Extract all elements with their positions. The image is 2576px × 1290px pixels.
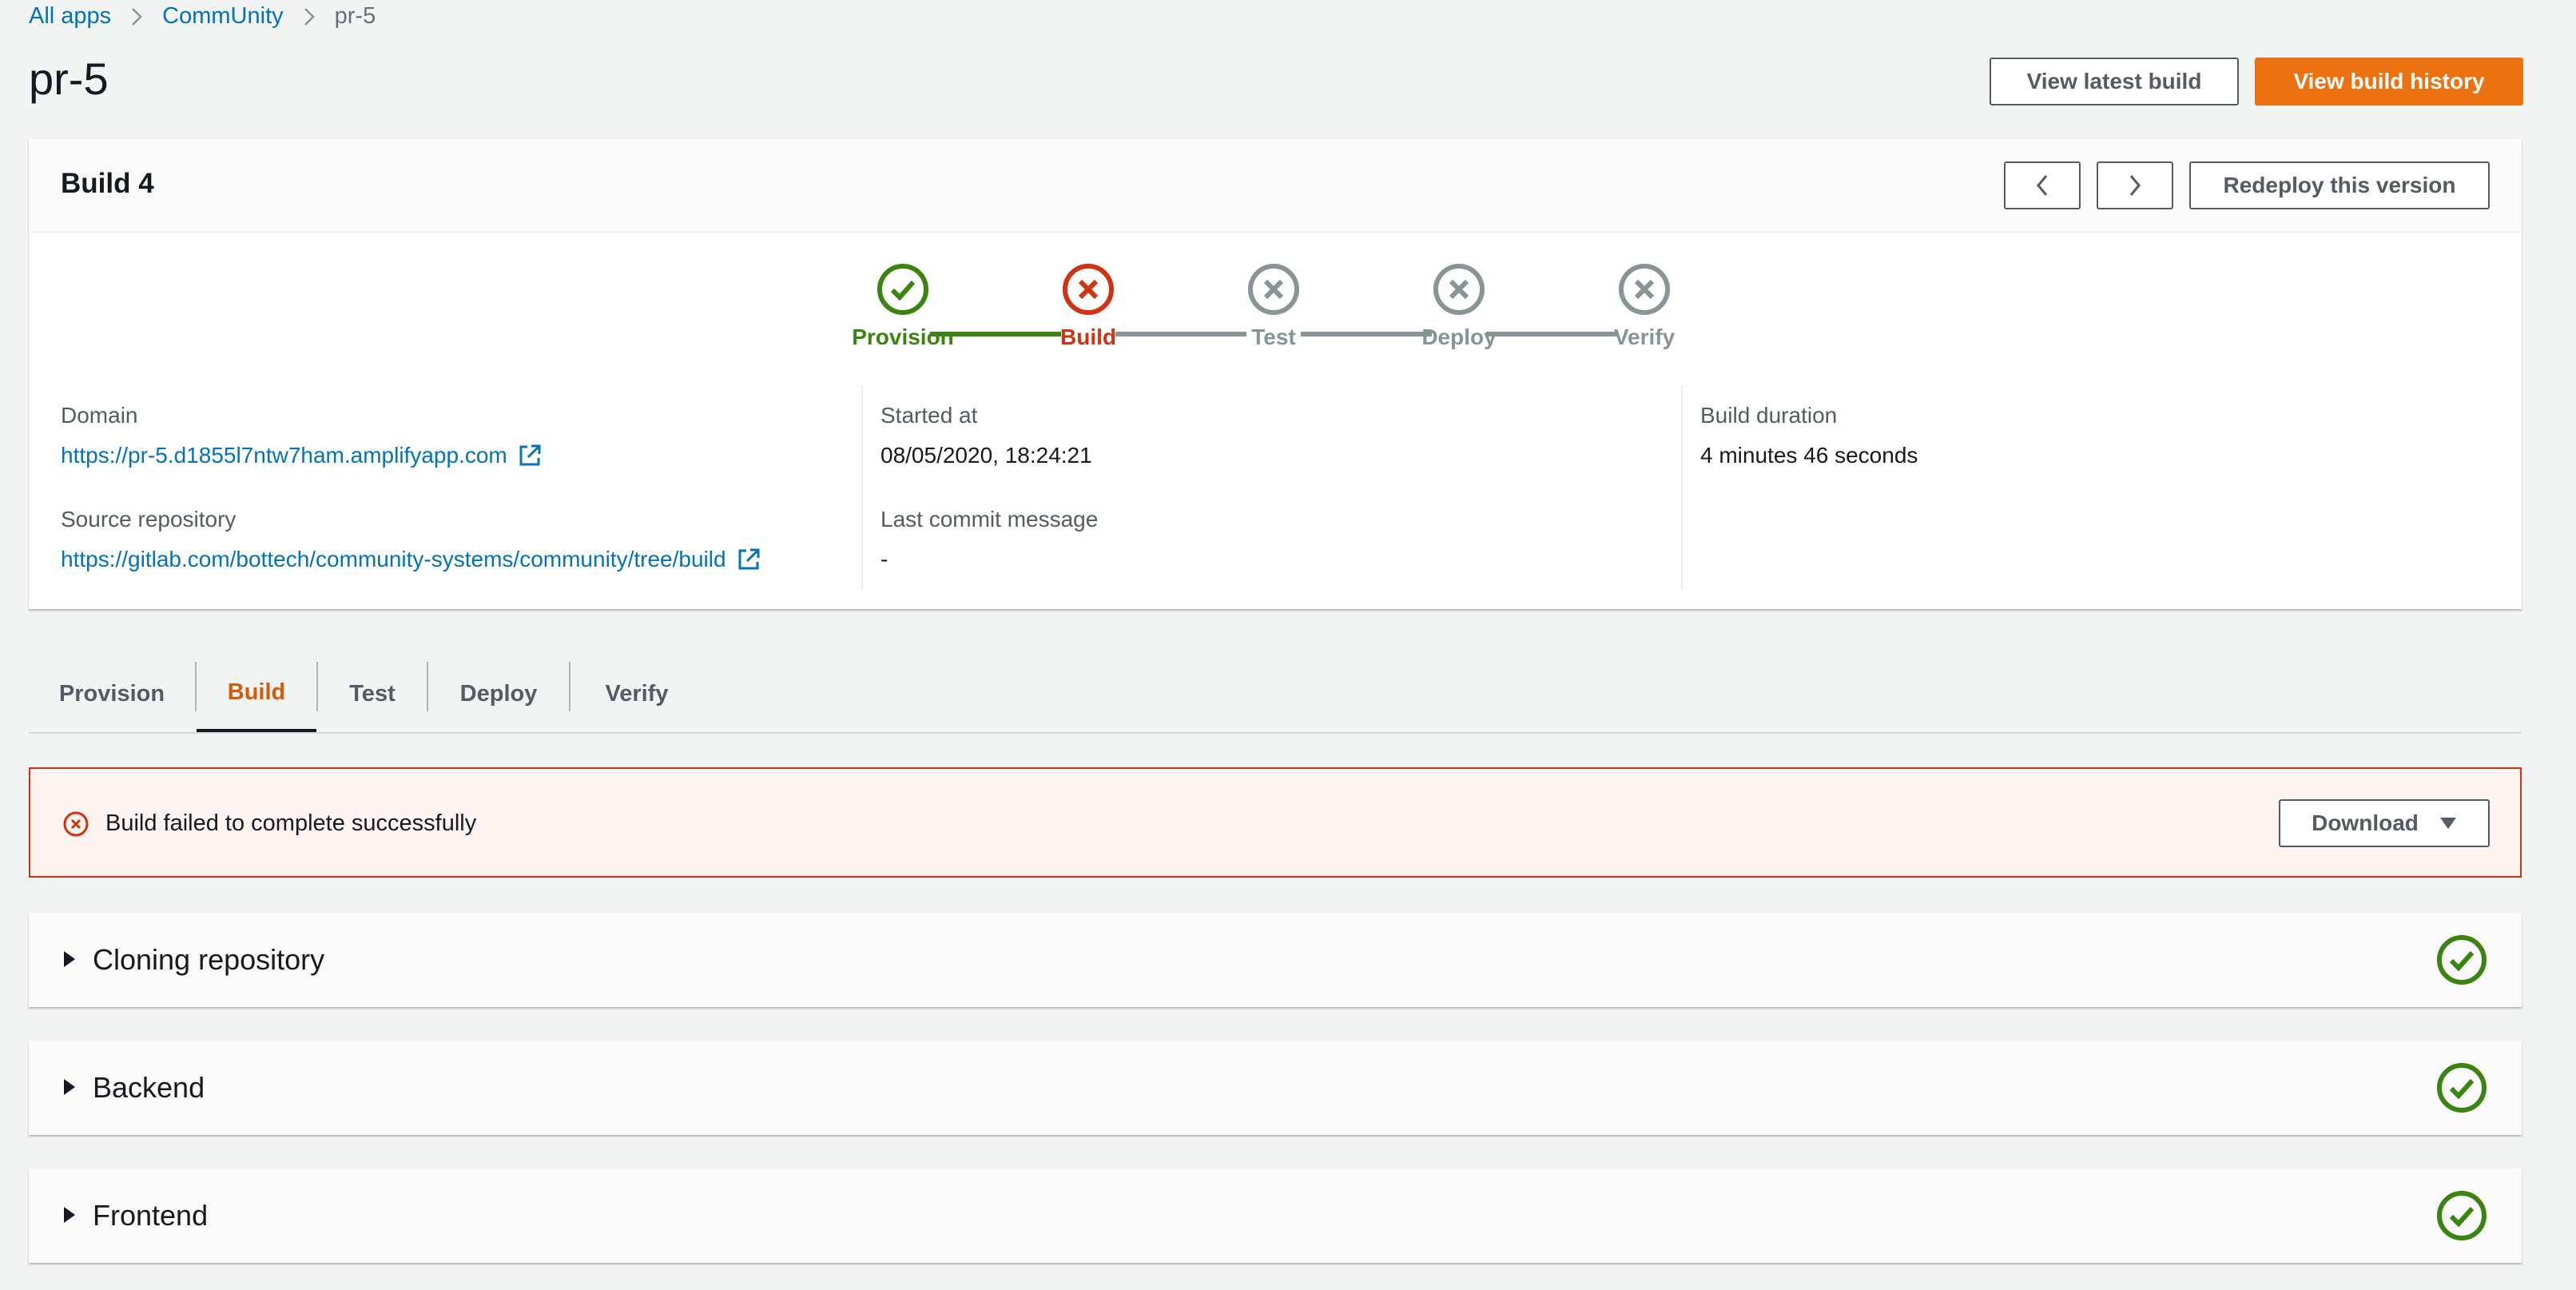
column-divider [1681, 385, 1683, 590]
section-backend[interactable]: Backend [29, 1041, 2522, 1135]
caret-right-icon[interactable] [62, 950, 77, 969]
column-divider [861, 385, 863, 590]
tab-build[interactable]: Build [197, 655, 316, 732]
started-at-label: Started at [881, 403, 978, 428]
pipeline-step-test: Test [1178, 262, 1369, 350]
card-header: Build 4 Redeploy this version [29, 139, 2522, 233]
build-duration-value: 4 minutes 46 seconds [1700, 443, 1918, 468]
section-title[interactable]: Cloning repository [93, 943, 324, 977]
view-latest-build-button[interactable]: View latest build [1990, 58, 2239, 106]
chevron-right-icon [130, 6, 143, 28]
pipeline-step-provision: Provision [807, 262, 999, 350]
error-circle-icon [63, 811, 89, 837]
breadcrumb: All apps CommUnity pr-5 [29, 3, 376, 30]
next-build-button[interactable] [2097, 161, 2173, 209]
domain-link[interactable]: https://pr-5.d1855l7ntw7ham.amplifyapp.c… [61, 443, 543, 468]
pipeline-step-label: Test [1251, 324, 1296, 349]
build-title: Build 4 [61, 168, 154, 199]
pipeline-step-label: Verify [1613, 324, 1676, 349]
skipped-circle-icon [1248, 264, 1299, 315]
page-title: pr-5 [29, 54, 109, 104]
check-circle-icon [2437, 1191, 2487, 1240]
redeploy-button[interactable]: Redeploy this version [2189, 161, 2490, 209]
pipeline-step-build: Build [992, 262, 1184, 350]
tab-provision[interactable]: Provision [29, 655, 195, 732]
error-circle-icon [1063, 264, 1114, 315]
check-circle-icon [2437, 1063, 2487, 1113]
external-link-icon [519, 444, 541, 466]
check-circle-icon [2437, 935, 2487, 985]
build-summary-card: Build 4 Redeploy this version Provision [29, 139, 2522, 609]
domain-label: Domain [61, 403, 138, 428]
external-link-icon [738, 548, 760, 570]
breadcrumb-community[interactable]: CommUnity [162, 3, 283, 30]
pipeline-step-label: Deploy [1421, 324, 1497, 349]
alert-message: Build failed to complete successfully [105, 810, 477, 836]
chevron-right-icon [2129, 175, 2141, 196]
section-cloning-repository[interactable]: Cloning repository [29, 913, 2522, 1007]
breadcrumb-all-apps[interactable]: All apps [29, 3, 111, 30]
tab-deploy[interactable]: Deploy [428, 655, 569, 732]
previous-build-button[interactable] [2004, 161, 2081, 209]
pipeline-step-label: Build [1060, 324, 1116, 349]
chevron-right-icon [303, 6, 316, 28]
chevron-left-icon [2037, 175, 2048, 196]
domain-url: https://pr-5.d1855l7ntw7ham.amplifyapp.c… [61, 443, 507, 468]
pipeline-step-verify: Verify [1548, 262, 1740, 350]
caret-right-icon[interactable] [62, 1077, 77, 1097]
section-title[interactable]: Backend [93, 1071, 205, 1105]
tab-test[interactable]: Test [318, 655, 427, 732]
build-phase-tabs: Provision Build Test Deploy Verify [29, 655, 2522, 734]
started-at-value: 08/05/2020, 18:24:21 [881, 443, 1092, 468]
skipped-circle-icon [1619, 264, 1670, 315]
skipped-circle-icon [1433, 264, 1485, 315]
download-label: Download [2312, 810, 2419, 835]
pipeline-step-deploy: Deploy [1363, 262, 1555, 350]
build-detail-page: All apps CommUnity pr-5 pr-5 View latest… [0, 0, 2576, 1290]
view-build-history-button[interactable]: View build history [2255, 58, 2523, 106]
download-button[interactable]: Download [2279, 799, 2490, 847]
source-repo-url: https://gitlab.com/bottech/community-sys… [61, 547, 726, 571]
section-title[interactable]: Frontend [93, 1199, 208, 1232]
last-commit-value: - [881, 547, 888, 571]
pipeline-step-label: Provision [852, 324, 954, 349]
breadcrumb-current: pr-5 [334, 3, 376, 29]
tab-verify[interactable]: Verify [570, 655, 703, 732]
caret-down-icon [2439, 818, 2456, 829]
build-duration-label: Build duration [1700, 403, 1838, 428]
last-commit-label: Last commit message [881, 507, 1099, 532]
source-repo-link[interactable]: https://gitlab.com/bottech/community-sys… [61, 547, 761, 572]
source-repo-label: Source repository [61, 507, 237, 532]
caret-right-icon[interactable] [62, 1205, 77, 1224]
build-failed-alert: Build failed to complete successfully Do… [29, 767, 2522, 878]
check-circle-icon [877, 264, 928, 315]
section-frontend[interactable]: Frontend [29, 1169, 2522, 1263]
